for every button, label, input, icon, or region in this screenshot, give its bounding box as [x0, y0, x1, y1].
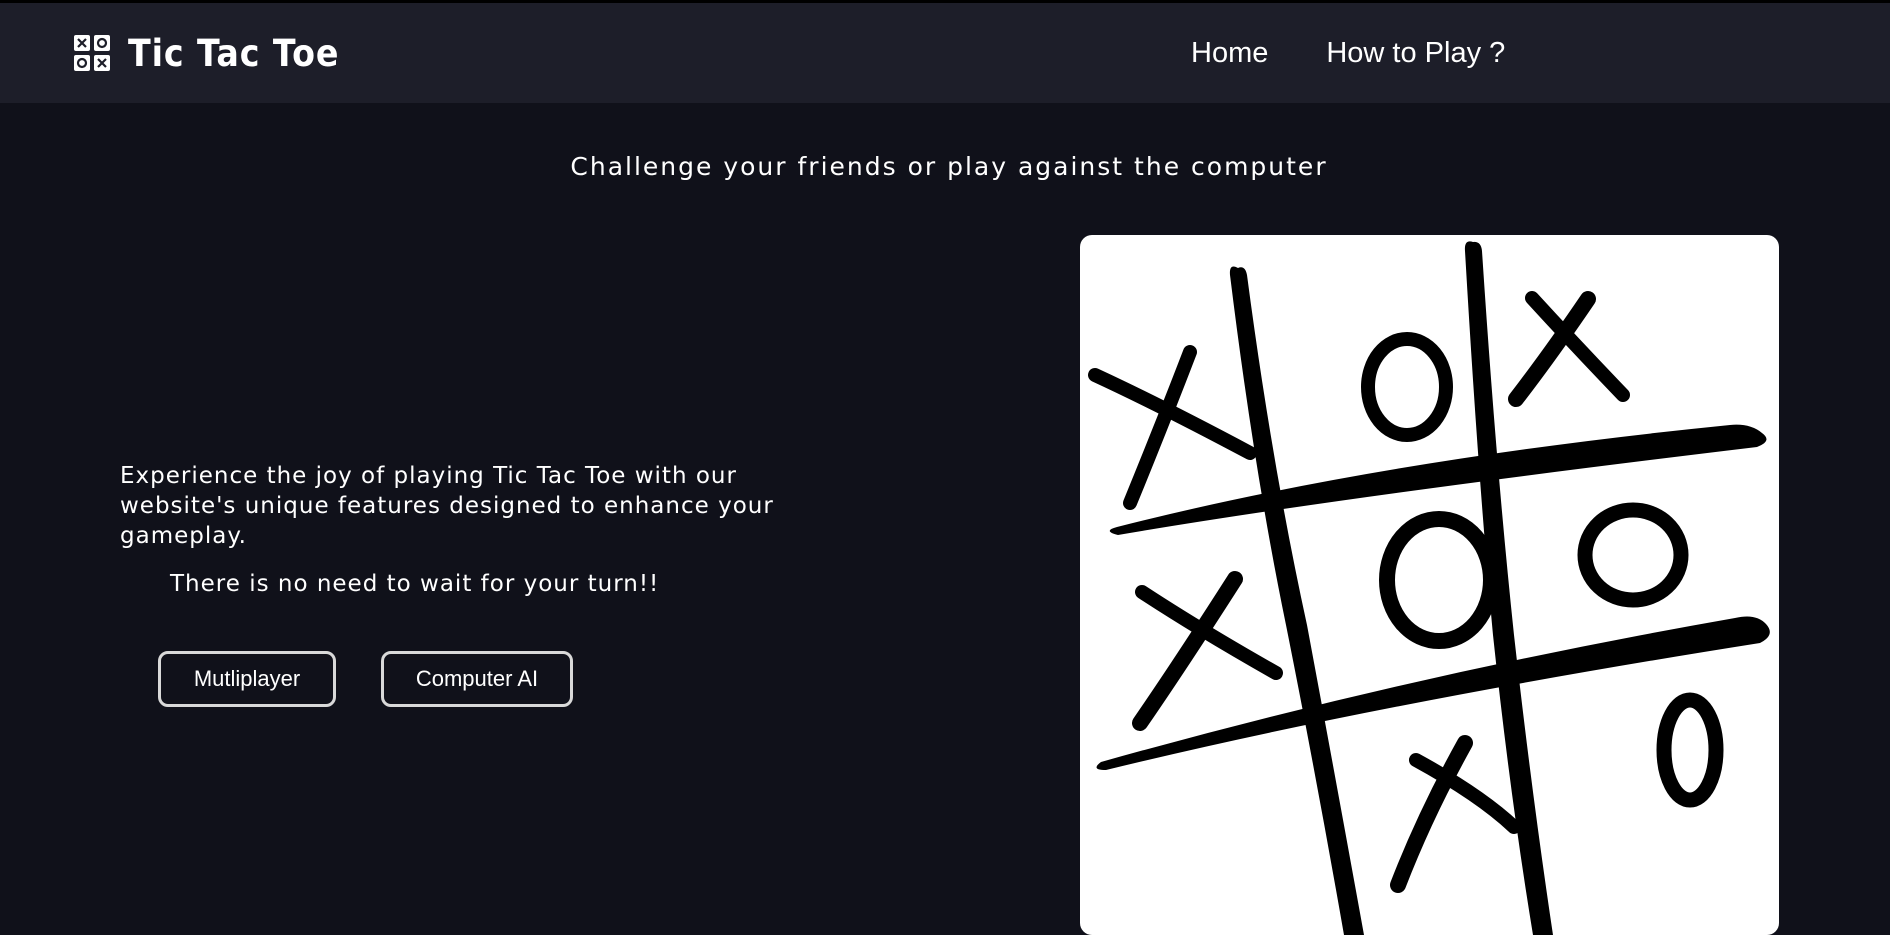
tic-tac-toe-board-image	[1080, 235, 1779, 935]
navbar: Tic Tac Toe Home How to Play ?	[0, 3, 1890, 103]
board-marks	[1088, 291, 1724, 893]
nav-link-how-to-play[interactable]: How to Play ?	[1326, 37, 1505, 70]
brand-title: Tic Tac Toe	[128, 31, 340, 75]
mark-o-3	[1577, 502, 1689, 608]
subtext: There is no need to wait for your turn!!	[170, 571, 660, 597]
tic-tac-toe-grid-icon	[74, 35, 110, 71]
tagline: Challenge your friends or play against t…	[570, 152, 1328, 181]
multiplayer-button[interactable]: Mutliplayer	[158, 651, 336, 707]
hand-drawn-board-illustration	[1088, 241, 1770, 935]
nav-links: Home How to Play ?	[1191, 37, 1505, 70]
mark-x-3b	[1135, 585, 1283, 680]
mark-o-4	[1656, 692, 1724, 808]
nav-link-home[interactable]: Home	[1191, 37, 1268, 70]
description: Experience the joy of playing Tic Tac To…	[120, 463, 774, 549]
brand[interactable]: Tic Tac Toe	[74, 31, 363, 75]
mark-o-2	[1379, 511, 1499, 649]
mark-o-1	[1361, 332, 1453, 442]
computer-ai-button[interactable]: Computer AI	[381, 651, 573, 707]
mark-x-1	[1123, 345, 1197, 510]
